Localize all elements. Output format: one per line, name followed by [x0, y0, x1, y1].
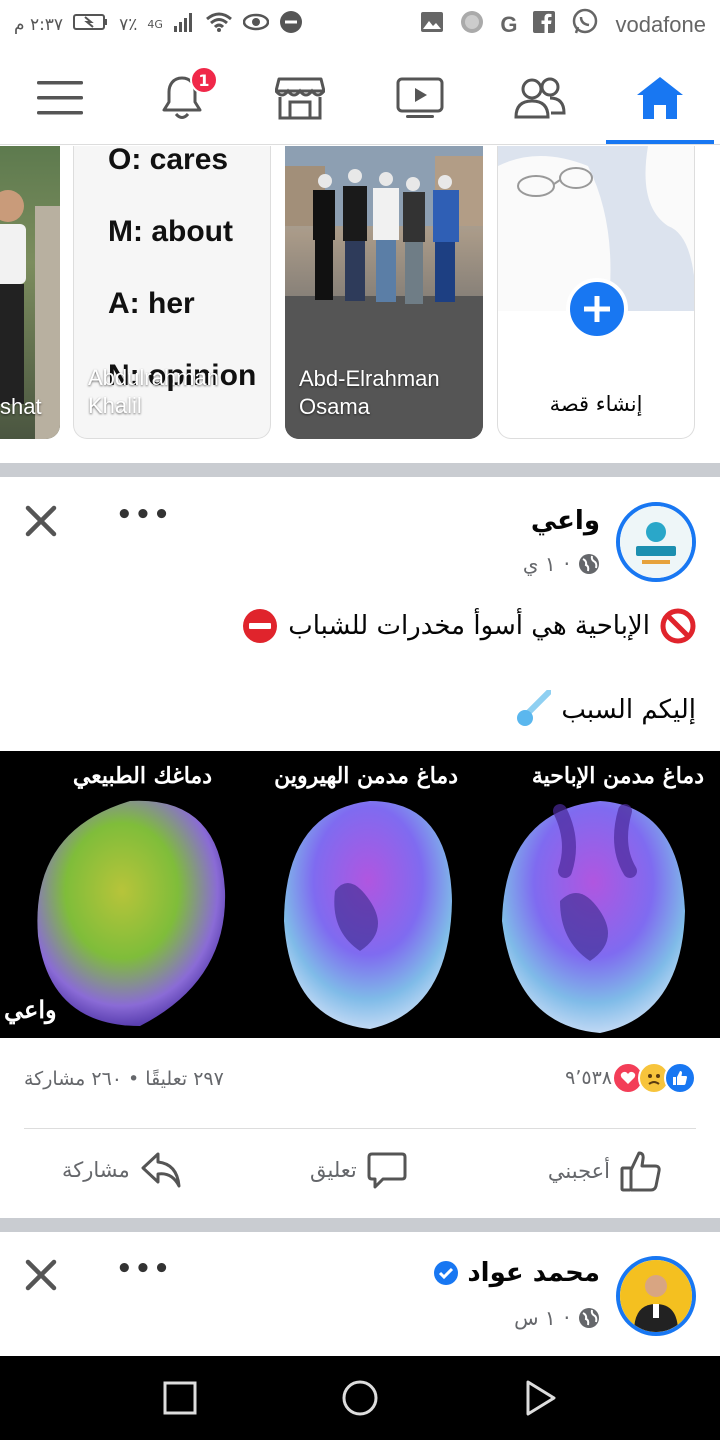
home-button[interactable]	[610, 50, 710, 145]
feed-divider	[0, 1218, 720, 1232]
post-stats: ٢٩٧ تعليقًا • ٢٦٠ مشاركة ٩٬٥٣٨	[0, 1062, 720, 1102]
system-navigation-bar	[0, 1356, 720, 1440]
story-line: A: her	[108, 287, 195, 320]
post-author-name: محمد عواد	[467, 1258, 600, 1288]
more-options-button[interactable]: •••	[116, 1254, 172, 1284]
marketplace-button[interactable]	[250, 50, 350, 145]
notification-badge: 1	[190, 66, 218, 94]
like-reaction-icon	[664, 1062, 696, 1094]
share-button[interactable]: مشاركة	[62, 1150, 182, 1190]
battery-percent: ٧٪	[119, 14, 138, 35]
post-time: ١ ي	[522, 552, 556, 576]
story-author-name: Abdulrahman Khalil	[88, 365, 219, 418]
reactions-summary[interactable]: ٩٬٥٣٨	[565, 1062, 696, 1094]
post-header: واعي ١ ي · •••	[0, 490, 720, 590]
facebook-icon	[533, 11, 556, 39]
minus-circle-icon	[279, 10, 303, 39]
status-time: ٢:٣٧ م	[14, 14, 64, 35]
notifications-button[interactable]: 1	[132, 50, 232, 145]
verified-badge-icon	[434, 1261, 459, 1285]
page-avatar[interactable]	[616, 502, 696, 582]
brain-scans	[37, 800, 685, 1033]
plus-icon	[584, 296, 610, 322]
story-card[interactable]: O: cares M: about A: her N: opinion Abdu…	[73, 146, 271, 439]
comet-icon	[517, 690, 552, 726]
back-button[interactable]	[520, 1378, 560, 1418]
post-header: محمد عواد ١ س · •••	[0, 1244, 720, 1344]
circle-icon	[460, 10, 484, 40]
post-meta: ١ س ·	[514, 1306, 600, 1330]
post-text-line: إليكم السبب	[515, 690, 696, 730]
story-author-name: Abd-Elrahman Osama	[299, 366, 440, 419]
video-icon	[396, 77, 444, 118]
top-navigation: 1	[0, 50, 720, 145]
video-button[interactable]	[370, 50, 470, 145]
battery-icon	[73, 13, 109, 36]
image-watermark: واعي	[4, 995, 57, 1024]
post-author[interactable]: محمد عواد	[433, 1258, 600, 1288]
globe-icon	[579, 1308, 599, 1328]
like-button[interactable]: أعجبني	[548, 1150, 662, 1192]
story-card[interactable]: Abd-Elrahman Osama	[285, 146, 483, 439]
reactions-count: ٩٬٥٣٨	[565, 1067, 612, 1089]
post-time: ١ س	[514, 1306, 556, 1330]
google-icon: G	[500, 12, 518, 37]
menu-button[interactable]	[10, 50, 110, 145]
comments-shares-count[interactable]: ٢٩٧ تعليقًا • ٢٦٠ مشاركة	[24, 1068, 224, 1090]
home-nav-button[interactable]	[340, 1378, 380, 1418]
status-bar-left: ٢:٣٧ م ٧٪ 4G	[14, 10, 303, 39]
menu-icon	[37, 80, 83, 114]
more-options-button[interactable]: •••	[116, 500, 172, 530]
wifi-icon	[205, 11, 233, 38]
author-avatar[interactable]	[616, 1256, 696, 1336]
network-type: 4G	[147, 18, 163, 31]
hide-post-button[interactable]	[22, 1256, 60, 1294]
prohibited-icon	[660, 608, 696, 644]
post-image[interactable]: دماغ مدمن الإباحية دماغ مدمن الهيروين دم…	[0, 751, 720, 1038]
story-line: M: about	[108, 215, 233, 248]
add-story-button[interactable]	[566, 278, 628, 340]
no-entry-icon	[243, 609, 278, 643]
post-author-name[interactable]: واعي	[531, 506, 600, 536]
recents-button[interactable]	[160, 1378, 200, 1418]
friends-icon	[514, 77, 566, 118]
globe-icon	[579, 554, 599, 574]
story-author-name: shat	[0, 394, 42, 419]
comment-button[interactable]: تعليق	[310, 1150, 407, 1190]
eye-icon	[242, 12, 270, 37]
post-text-line: الإباحية هي أسوأ مخدرات للشباب	[242, 608, 696, 644]
thumbs-up-icon	[620, 1151, 661, 1192]
signal-icon	[173, 12, 195, 37]
active-tab-indicator	[606, 140, 714, 144]
carrier-name: vodafone	[615, 12, 706, 37]
story-card[interactable]: shat	[0, 146, 60, 439]
gallery-icon	[420, 11, 444, 39]
friends-button[interactable]	[490, 50, 590, 145]
whatsapp-icon	[571, 8, 599, 42]
post-meta: ١ ي ·	[523, 552, 600, 576]
marketplace-icon	[275, 77, 325, 119]
actions-separator	[24, 1128, 696, 1129]
stories-carousel[interactable]: shat O: cares M: about A: her N: opinion…	[0, 146, 720, 463]
share-icon	[141, 1152, 181, 1188]
status-bar-right: G vodafone	[420, 8, 706, 42]
status-bar: ٢:٣٧ م ٧٪ 4G G vodafone	[0, 0, 720, 50]
story-line: O: cares	[108, 146, 229, 176]
post-actions: أعجبني تعليق مشاركة	[0, 1148, 720, 1200]
comment-icon	[367, 1152, 407, 1189]
home-icon	[637, 76, 683, 119]
hide-post-button[interactable]	[22, 502, 60, 540]
feed-divider	[0, 463, 720, 477]
create-story-label: إنشاء قصة	[549, 392, 643, 416]
create-story-card[interactable]: إنشاء قصة	[497, 146, 695, 439]
